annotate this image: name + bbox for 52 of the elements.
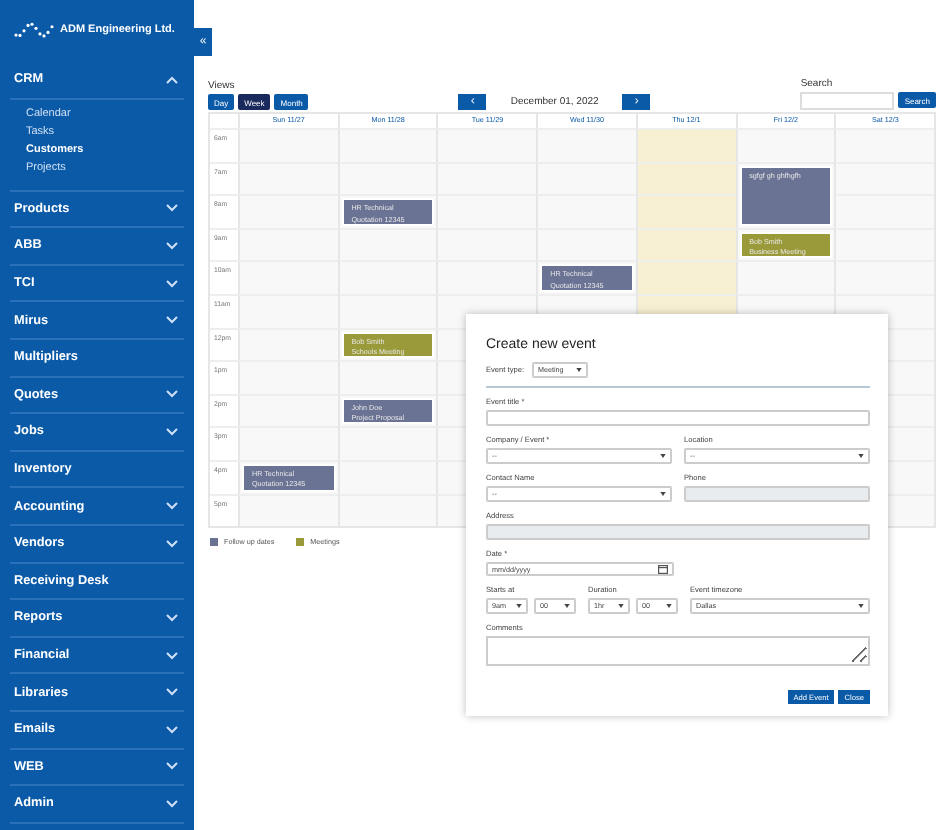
time-slot[interactable]	[635, 194, 736, 228]
event-title-field[interactable]	[486, 410, 870, 426]
time-slot[interactable]	[238, 360, 338, 394]
time-slot[interactable]	[337, 493, 437, 527]
caret-icon	[858, 604, 864, 608]
time-slot[interactable]	[834, 194, 934, 228]
calendar-icon	[658, 564, 668, 574]
caret-icon	[576, 368, 582, 372]
time-slot[interactable]	[735, 128, 835, 162]
time-slot[interactable]	[536, 128, 636, 162]
time-slot[interactable]	[337, 459, 437, 494]
caret-icon	[516, 604, 522, 608]
time-slot[interactable]	[735, 260, 835, 294]
time-slot[interactable]	[436, 161, 537, 195]
time-slot[interactable]	[337, 227, 437, 261]
caret-icon	[564, 604, 570, 608]
time-slot[interactable]	[238, 327, 338, 361]
time-slot[interactable]	[436, 128, 537, 162]
time-slot[interactable]	[238, 227, 338, 261]
time-slot[interactable]	[536, 161, 636, 195]
time-slot[interactable]	[834, 161, 934, 195]
time-slot[interactable]	[834, 227, 934, 261]
time-slot[interactable]	[536, 194, 636, 228]
logo-dots-icon	[12, 18, 56, 42]
time-slot[interactable]	[238, 393, 338, 427]
time-slot[interactable]	[238, 128, 338, 162]
search-field[interactable]	[800, 92, 895, 110]
time-slot[interactable]	[635, 227, 736, 261]
time-slot[interactable]	[238, 194, 338, 228]
time-slot[interactable]	[238, 426, 338, 460]
time-slot[interactable]	[238, 260, 338, 294]
time-slot[interactable]	[635, 260, 736, 294]
time-slot[interactable]	[635, 161, 736, 195]
time-slot[interactable]	[834, 260, 934, 294]
caret-icon	[666, 604, 672, 608]
time-slot[interactable]	[436, 194, 537, 228]
time-slot[interactable]	[635, 128, 736, 162]
time-slot[interactable]	[337, 128, 437, 162]
time-slot[interactable]	[436, 260, 537, 294]
time-slot[interactable]	[337, 426, 437, 460]
time-slot[interactable]	[238, 493, 338, 527]
time-slot[interactable]	[337, 360, 437, 394]
comments-field[interactable]	[486, 636, 870, 666]
time-slot[interactable]	[238, 161, 338, 195]
caret-icon	[618, 604, 624, 608]
time-slot[interactable]	[834, 128, 934, 162]
caret-icon	[660, 492, 666, 496]
time-slot[interactable]	[238, 293, 338, 328]
caret-icon	[660, 454, 666, 458]
time-slot[interactable]	[337, 161, 437, 195]
time-slot[interactable]	[436, 227, 537, 261]
time-slot[interactable]	[536, 227, 636, 261]
